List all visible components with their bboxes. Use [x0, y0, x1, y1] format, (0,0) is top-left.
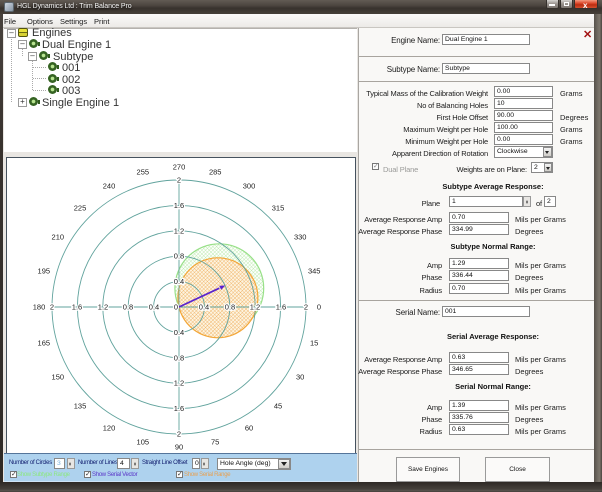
svg-text:225: 225	[74, 204, 87, 213]
svg-text:345: 345	[308, 266, 321, 275]
svg-text:1.6: 1.6	[276, 303, 286, 312]
svg-text:2: 2	[304, 303, 308, 312]
svg-text:240: 240	[103, 181, 116, 190]
svg-text:210: 210	[52, 233, 65, 242]
svg-text:0.4: 0.4	[174, 328, 184, 337]
svg-text:1.2: 1.2	[174, 226, 184, 235]
svg-text:165: 165	[38, 339, 51, 348]
svg-text:0.4: 0.4	[174, 277, 184, 286]
svg-text:0.8: 0.8	[225, 303, 235, 312]
svg-text:15: 15	[310, 339, 318, 348]
svg-text:1.2: 1.2	[250, 303, 260, 312]
svg-text:1.6: 1.6	[174, 404, 184, 413]
svg-text:300: 300	[243, 181, 256, 190]
svg-text:1.6: 1.6	[72, 303, 82, 312]
svg-text:0.4: 0.4	[199, 303, 209, 312]
svg-text:1.6: 1.6	[174, 201, 184, 210]
svg-text:195: 195	[38, 266, 51, 275]
svg-text:0.4: 0.4	[149, 303, 159, 312]
svg-text:2: 2	[177, 176, 181, 185]
svg-text:0.8: 0.8	[174, 252, 184, 261]
svg-text:315: 315	[272, 204, 285, 213]
svg-text:90: 90	[175, 443, 183, 452]
svg-text:270: 270	[173, 163, 186, 172]
svg-text:105: 105	[137, 438, 150, 447]
svg-text:60: 60	[245, 424, 253, 433]
svg-text:0: 0	[317, 303, 321, 312]
svg-text:0: 0	[174, 303, 178, 312]
svg-text:1.2: 1.2	[174, 379, 184, 388]
svg-text:45: 45	[274, 402, 282, 411]
svg-text:135: 135	[74, 402, 87, 411]
svg-text:330: 330	[294, 233, 307, 242]
svg-text:0.8: 0.8	[174, 353, 184, 362]
svg-text:1.2: 1.2	[98, 303, 108, 312]
svg-text:2: 2	[50, 303, 54, 312]
svg-text:150: 150	[52, 373, 65, 382]
svg-text:120: 120	[103, 424, 116, 433]
svg-text:285: 285	[209, 167, 222, 176]
svg-text:0.8: 0.8	[123, 303, 133, 312]
svg-text:180: 180	[33, 303, 46, 312]
svg-text:30: 30	[296, 373, 304, 382]
svg-text:255: 255	[137, 167, 150, 176]
svg-text:2: 2	[177, 430, 181, 439]
svg-text:75: 75	[211, 438, 219, 447]
